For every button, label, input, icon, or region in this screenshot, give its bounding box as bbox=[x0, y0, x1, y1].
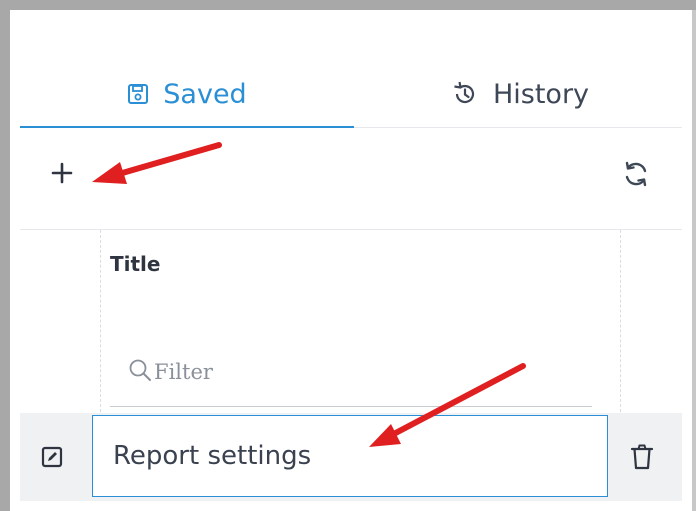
tab-saved-label: Saved bbox=[163, 78, 247, 110]
window-frame-right bbox=[692, 10, 696, 511]
column-header-title[interactable]: Title bbox=[110, 252, 160, 276]
row-title-text: Report settings bbox=[113, 441, 312, 471]
search-icon bbox=[128, 358, 152, 386]
title-filter bbox=[110, 344, 592, 407]
tab-history[interactable]: History bbox=[360, 60, 680, 128]
trash-icon bbox=[630, 444, 654, 470]
filter-input[interactable] bbox=[154, 356, 574, 388]
tab-history-label: History bbox=[492, 78, 590, 110]
refresh-icon bbox=[625, 161, 647, 187]
toolbar-divider bbox=[20, 229, 682, 230]
tab-saved[interactable]: Saved bbox=[20, 60, 354, 128]
add-button[interactable] bbox=[47, 158, 77, 188]
grid-column-divider bbox=[620, 230, 621, 412]
row-title-cell[interactable]: Report settings bbox=[92, 415, 608, 497]
active-tab-indicator bbox=[20, 126, 354, 128]
window-frame-left bbox=[0, 0, 10, 511]
history-icon bbox=[451, 81, 479, 107]
delete-button[interactable] bbox=[627, 440, 657, 474]
edit-icon bbox=[41, 446, 63, 468]
window-frame-top bbox=[0, 0, 696, 10]
plus-icon bbox=[51, 162, 73, 184]
grid-column-divider bbox=[100, 230, 101, 412]
edit-button[interactable] bbox=[39, 444, 65, 470]
floppy-disk-icon bbox=[127, 83, 149, 105]
refresh-button[interactable] bbox=[620, 158, 652, 190]
